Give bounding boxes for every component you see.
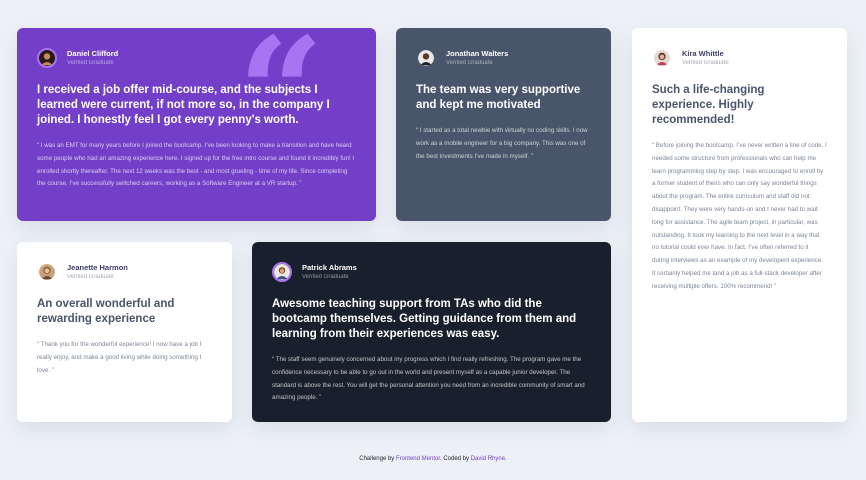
testimonial-body: “ Before joining the bootcamp, I’ve neve… bbox=[652, 142, 827, 290]
author-name: Patrick Abrams bbox=[302, 262, 357, 272]
author-name: Jeanette Harmon bbox=[67, 262, 128, 272]
attribution-prefix: Challenge by bbox=[359, 456, 396, 462]
author-info: Kira Whittle Verified Graduate bbox=[652, 48, 827, 68]
author-role: Verified Graduate bbox=[302, 273, 349, 280]
testimonial-body: “ I was an EMT for many years before I j… bbox=[37, 142, 355, 188]
author-name: Kira Whittle bbox=[682, 48, 724, 58]
testimonial-body: “ Thank you for the wonderful experience… bbox=[37, 341, 202, 374]
author-info: Patrick Abrams Verified Graduate bbox=[272, 262, 591, 282]
testimonial-body: “ The staff seem genuinely concerned abo… bbox=[272, 356, 585, 402]
testimonial-card-jonathan: Jonathan Walters Verified Graduate The t… bbox=[396, 28, 611, 221]
avatar-jonathan bbox=[418, 50, 434, 66]
author-link[interactable]: David Rhyne bbox=[471, 456, 505, 462]
author-name: Daniel Clifford bbox=[67, 48, 119, 58]
author-role: Verified Graduate bbox=[67, 59, 114, 66]
testimonial-card-daniel: “ Daniel Clifford Verified Graduate I re… bbox=[17, 28, 376, 221]
testimonial-headline: The team was very supportive and kept me… bbox=[416, 84, 581, 111]
avatar-daniel bbox=[37, 48, 57, 68]
testimonial-headline: Such a life-changing experience. Highly … bbox=[652, 84, 765, 126]
frontend-mentor-link[interactable]: Frontend Mentor bbox=[396, 456, 440, 462]
author-role: Verified Graduate bbox=[67, 273, 114, 280]
testimonial-body: “ I started as a total newbie with virtu… bbox=[416, 127, 588, 160]
testimonial-card-patrick: Patrick Abrams Verified Graduate Awesome… bbox=[252, 242, 611, 422]
testimonial-headline: Awesome teaching support from TAs who di… bbox=[272, 298, 577, 340]
attribution-footer: Challenge by Frontend Mentor. Coded by D… bbox=[0, 456, 866, 462]
avatar-patrick bbox=[272, 262, 292, 282]
attribution-middle: . Coded by bbox=[440, 456, 471, 462]
avatar-jeanette bbox=[39, 264, 55, 280]
author-role: Verified Graduate bbox=[446, 59, 493, 66]
author-info: Jeanette Harmon Verified Graduate bbox=[37, 262, 212, 282]
author-role: Verified Graduate bbox=[682, 59, 729, 66]
testimonial-card-jeanette: Jeanette Harmon Verified Graduate An ove… bbox=[17, 242, 232, 422]
author-info: Daniel Clifford Verified Graduate bbox=[37, 48, 356, 68]
author-name: Jonathan Walters bbox=[446, 48, 509, 58]
testimonial-headline: An overall wonderful and rewarding exper… bbox=[37, 298, 175, 325]
attribution-suffix: . bbox=[505, 456, 507, 462]
testimonial-headline: I received a job offer mid-course, and t… bbox=[37, 84, 330, 126]
testimonial-card-kira: Kira Whittle Verified Graduate Such a li… bbox=[632, 28, 847, 422]
avatar-kira bbox=[654, 50, 670, 66]
author-info: Jonathan Walters Verified Graduate bbox=[416, 48, 591, 68]
